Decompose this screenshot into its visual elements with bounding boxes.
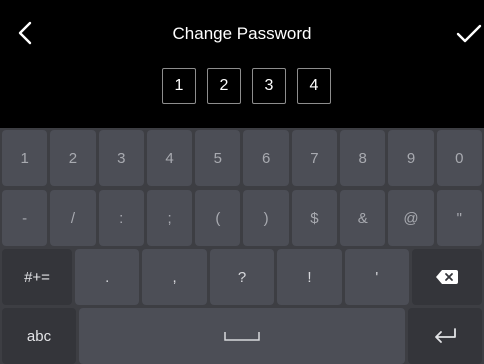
key-6[interactable]: 6 bbox=[243, 130, 289, 186]
on-screen-keyboard: 1 2 3 4 5 6 7 8 9 0 - / : ; ( ) $ & @ " … bbox=[0, 128, 484, 364]
keyboard-row-punctuation: #+= . , ? ! ' bbox=[0, 249, 484, 305]
key-open-paren[interactable]: ( bbox=[195, 190, 241, 246]
keyboard-row-symbols: - / : ; ( ) $ & @ " bbox=[0, 190, 484, 246]
key-3[interactable]: 3 bbox=[98, 130, 144, 186]
key-exclamation[interactable]: ! bbox=[277, 249, 342, 305]
pin-digit-2[interactable]: 2 bbox=[207, 68, 241, 104]
pin-digit-3[interactable]: 3 bbox=[252, 68, 286, 104]
pin-input-group[interactable]: 1 2 3 4 bbox=[162, 68, 331, 108]
key-slash[interactable]: / bbox=[50, 190, 96, 246]
key-abc[interactable]: abc bbox=[2, 308, 76, 364]
key-at[interactable]: @ bbox=[388, 190, 434, 246]
key-ampersand[interactable]: & bbox=[340, 190, 386, 246]
key-semicolon[interactable]: ; bbox=[146, 190, 193, 246]
backspace-icon bbox=[436, 270, 459, 284]
key-colon[interactable]: : bbox=[98, 190, 144, 246]
key-close-paren[interactable]: ) bbox=[243, 190, 289, 246]
space-bar-icon bbox=[224, 332, 260, 341]
confirm-button[interactable] bbox=[456, 22, 482, 46]
key-4[interactable]: 4 bbox=[146, 130, 193, 186]
header-bar: Change Password 1 2 3 4 bbox=[0, 0, 484, 128]
pin-digit-1[interactable]: 1 bbox=[162, 68, 196, 104]
key-question[interactable]: ? bbox=[209, 249, 275, 305]
page-title: Change Password bbox=[172, 24, 312, 43]
key-space[interactable] bbox=[79, 308, 405, 364]
key-7[interactable]: 7 bbox=[291, 130, 338, 186]
key-comma[interactable]: , bbox=[142, 249, 207, 305]
return-icon bbox=[435, 328, 456, 343]
keyboard-row-bottom: abc bbox=[0, 308, 484, 364]
key-apostrophe[interactable]: ' bbox=[344, 249, 410, 305]
key-2[interactable]: 2 bbox=[50, 130, 96, 186]
key-quote[interactable]: " bbox=[436, 190, 482, 246]
checkmark-icon bbox=[456, 24, 482, 43]
key-9[interactable]: 9 bbox=[388, 130, 434, 186]
key-period[interactable]: . bbox=[75, 249, 140, 305]
key-delete[interactable] bbox=[412, 249, 483, 305]
key-8[interactable]: 8 bbox=[340, 130, 386, 186]
key-0[interactable]: 0 bbox=[436, 130, 482, 186]
key-5[interactable]: 5 bbox=[195, 130, 241, 186]
key-return[interactable] bbox=[408, 308, 482, 364]
key-more-symbols[interactable]: #+= bbox=[2, 249, 72, 305]
key-dollar[interactable]: $ bbox=[291, 190, 338, 246]
key-hyphen[interactable]: - bbox=[2, 190, 48, 246]
pin-digit-4[interactable]: 4 bbox=[297, 68, 331, 104]
key-1[interactable]: 1 bbox=[2, 130, 48, 186]
keyboard-row-numbers: 1 2 3 4 5 6 7 8 9 0 bbox=[0, 130, 484, 186]
